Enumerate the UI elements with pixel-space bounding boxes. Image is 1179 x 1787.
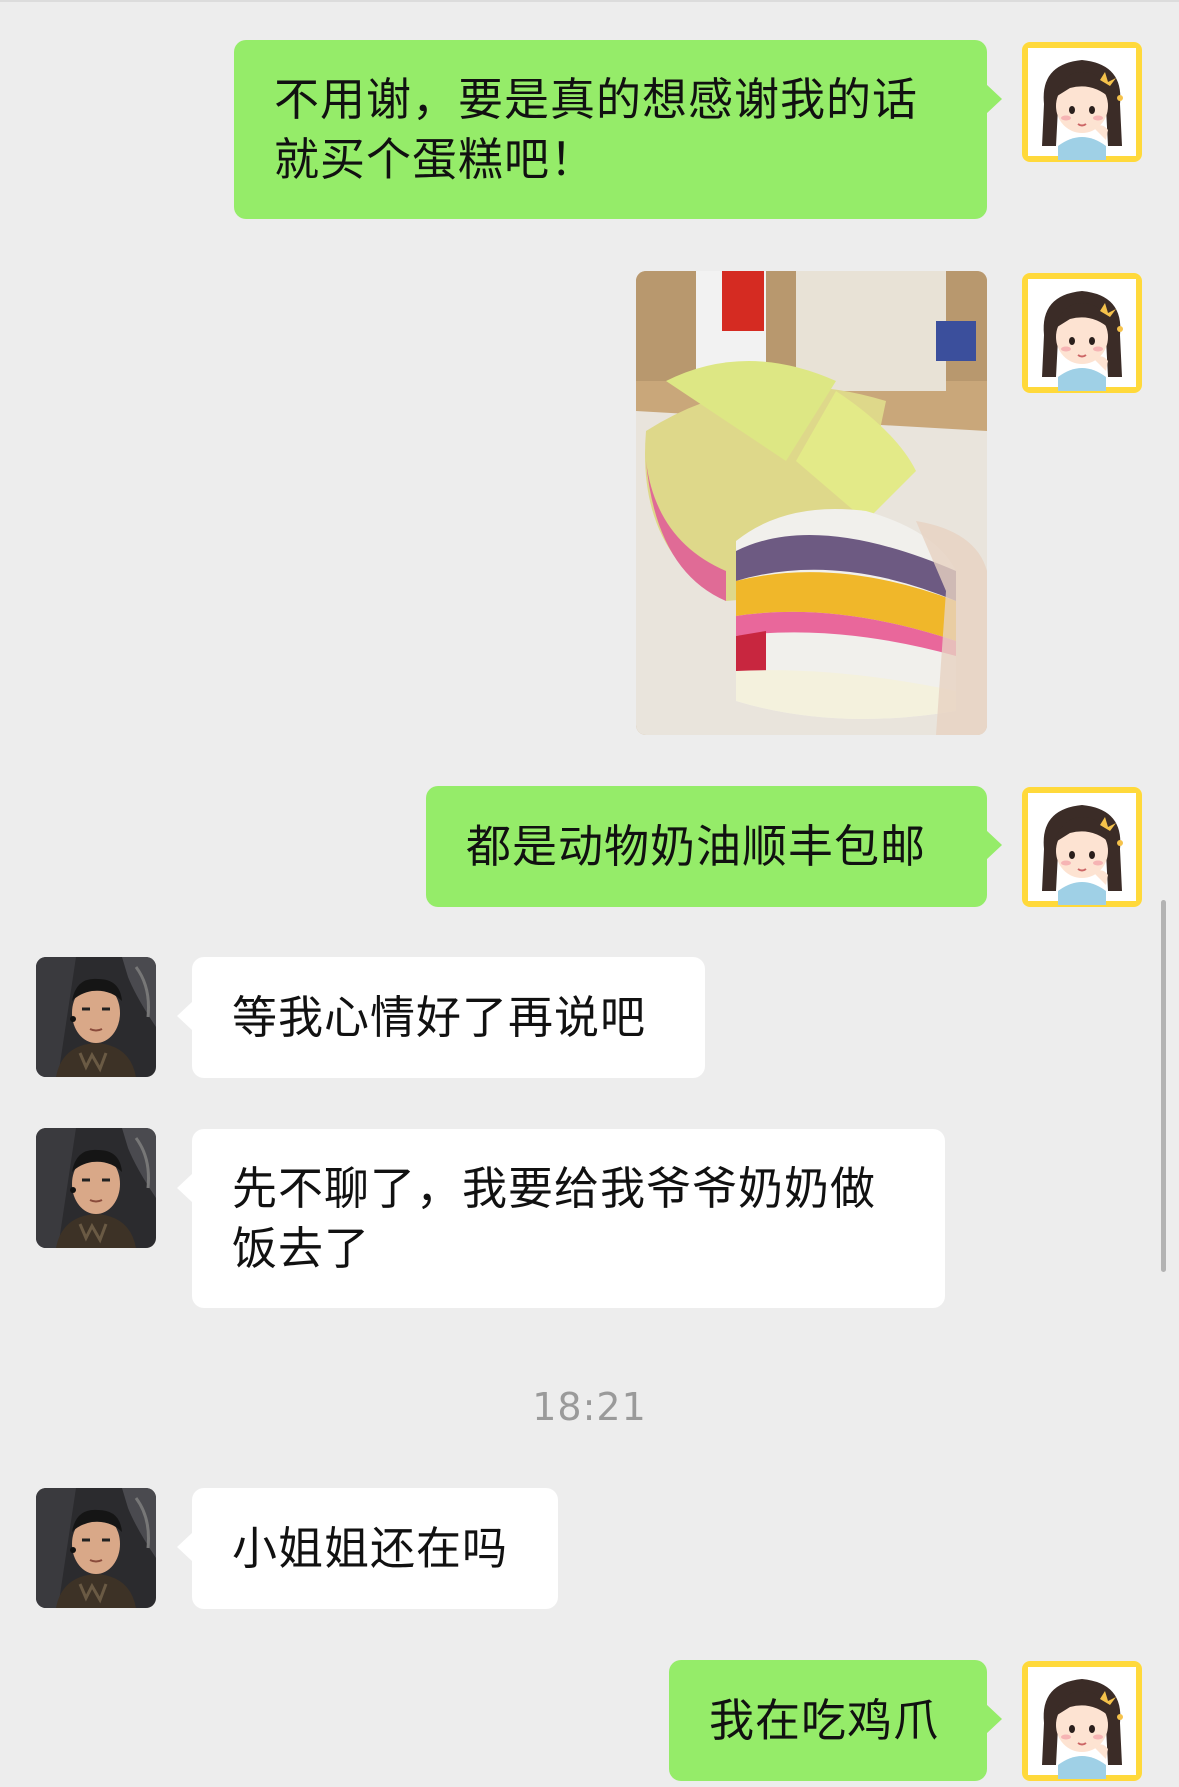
man-selfie-avatar-icon xyxy=(36,1128,156,1248)
message-text: 小姐姐还在吗 xyxy=(232,1522,509,1575)
message-text: 等我心情好了再说吧 xyxy=(232,991,647,1044)
self-avatar[interactable] xyxy=(1022,787,1142,907)
cartoon-girl-avatar-icon xyxy=(1022,273,1142,393)
rainbow-cake-photo xyxy=(636,271,987,735)
cartoon-girl-avatar-icon xyxy=(1022,1661,1142,1781)
message-bubble-outgoing[interactable]: 不用谢，要是真的想感谢我的话就买个蛋糕吧！ xyxy=(234,40,1002,219)
man-selfie-avatar-icon xyxy=(36,1488,156,1608)
message-text: 我在吃鸡爪 xyxy=(709,1694,940,1747)
message-bubble-outgoing[interactable]: 我在吃鸡爪 xyxy=(669,1660,1002,1781)
message-timestamp: 18:21 xyxy=(532,1385,647,1429)
message-bubble-incoming[interactable]: 小姐姐还在吗 xyxy=(177,1488,558,1609)
self-avatar[interactable] xyxy=(1022,1661,1142,1781)
top-divider xyxy=(0,0,1179,2)
cartoon-girl-avatar-icon xyxy=(1022,787,1142,907)
message-bubble-incoming[interactable]: 等我心情好了再说吧 xyxy=(177,957,705,1078)
message-bubble-incoming[interactable]: 先不聊了，我要给我爷爷奶奶做饭去了 xyxy=(177,1129,945,1308)
message-text: 先不聊了，我要给我爷爷奶奶做饭去了 xyxy=(232,1162,877,1275)
contact-avatar[interactable] xyxy=(36,1488,156,1608)
cartoon-girl-avatar-icon xyxy=(1022,42,1142,162)
contact-avatar[interactable] xyxy=(36,957,156,1077)
man-selfie-avatar-icon xyxy=(36,957,156,1077)
message-text: 不用谢，要是真的想感谢我的话就买个蛋糕吧！ xyxy=(274,73,919,186)
image-message[interactable] xyxy=(636,271,987,735)
self-avatar[interactable] xyxy=(1022,273,1142,393)
contact-avatar[interactable] xyxy=(36,1128,156,1248)
message-bubble-outgoing[interactable]: 都是动物奶油顺丰包邮 xyxy=(426,786,1002,907)
message-text: 都是动物奶油顺丰包邮 xyxy=(466,820,927,873)
self-avatar[interactable] xyxy=(1022,42,1142,162)
scrollbar[interactable] xyxy=(1161,900,1166,1272)
